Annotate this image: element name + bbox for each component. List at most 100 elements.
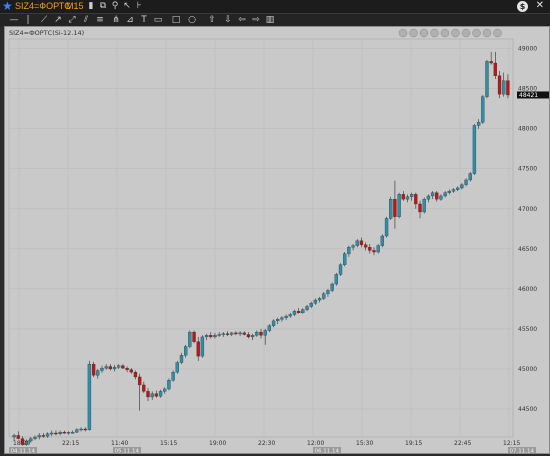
candle-body (196, 341, 200, 357)
extended-line-icon[interactable]: ⤢ (66, 14, 78, 26)
candle-body (468, 173, 472, 181)
new-window-icon[interactable]: ⧉ (98, 1, 108, 11)
lock-icon[interactable] (493, 28, 502, 38)
text-icon[interactable]: Т (138, 14, 150, 26)
candle-body (460, 184, 464, 189)
x-tick-label: 22:15 (62, 440, 79, 447)
next-icon[interactable] (430, 28, 439, 38)
arrow-left-icon[interactable]: ⇦ (236, 14, 248, 26)
price-chart[interactable]: SIZ4=ФОРТС(Si-12.14) 49000 48500 48000 4750… (4, 26, 550, 454)
last-icon[interactable] (440, 28, 450, 38)
candle-body (33, 436, 37, 439)
star-icon[interactable]: ★ (2, 0, 13, 13)
candle-body (464, 179, 468, 185)
arrow-right-icon[interactable]: ⇨ (250, 14, 262, 26)
candle-body (297, 311, 301, 314)
price-tag-text: 48421 (519, 92, 538, 99)
candle-body (87, 363, 92, 430)
candle-body (37, 435, 41, 438)
x-date-label: 05.11.14 (115, 449, 140, 454)
link-icon[interactable]: ⚲ (110, 1, 120, 11)
candle-body (439, 195, 443, 200)
chart-canvas[interactable]: SIZ4=ФОРТС(Si-12.14) 4900048500480004750… (5, 27, 549, 453)
zoom-out-icon[interactable] (461, 28, 471, 38)
pitchfork-icon[interactable]: ⋔ (110, 14, 122, 26)
play-icon[interactable] (419, 28, 429, 38)
candle-body (255, 331, 259, 336)
first-icon[interactable] (398, 28, 408, 38)
channel-icon[interactable]: ⫽ (80, 14, 92, 26)
candle-body (100, 367, 104, 371)
trend-line-icon[interactable]: ⟋ (38, 14, 50, 26)
prev-icon[interactable] (409, 28, 418, 38)
candle-body (288, 314, 292, 317)
candle-body (493, 62, 498, 76)
candle-body (280, 317, 284, 320)
window-titlebar: ★ SIZ4=ФОРТС M15 ▮ ⧉ ⚲ ↖ ⊦ $ ✕ (0, 0, 550, 14)
rectangle-icon[interactable]: □ (170, 14, 182, 26)
candle-body (409, 194, 414, 197)
y-tick-label: 49000 (518, 46, 537, 53)
candle-body (171, 371, 175, 381)
timeframe-label[interactable]: M15 (66, 1, 84, 11)
candle-body (192, 331, 196, 342)
candle-body (41, 435, 46, 437)
chart-grid (8, 38, 514, 438)
candle-body (75, 429, 79, 433)
label-icon[interactable]: ▭ (152, 14, 164, 26)
symbol-label: SIZ4=ФОРТС (15, 1, 71, 11)
current-price-tag: 48421 (517, 91, 549, 99)
candle-body (338, 264, 343, 275)
candle-body (108, 366, 113, 370)
candle-body (347, 247, 351, 254)
candle-body (418, 203, 422, 213)
bar-chart-icon[interactable]: ▮ (86, 1, 96, 11)
zoom-in-icon[interactable] (451, 28, 460, 38)
indicator-icon[interactable]: ⊦ (134, 1, 144, 11)
fib-icon[interactable]: ≡ (94, 14, 106, 26)
candle-body (221, 333, 225, 335)
arrow-down-icon[interactable]: ⇩ (222, 14, 234, 26)
candle-body (313, 299, 318, 304)
x-axis: 18:20 22:15 11:40 15:15 19:00 22:30 12:00 15:30… (9, 440, 536, 453)
candle-body (225, 333, 230, 335)
y-tick-label: 46500 (518, 246, 537, 253)
ellipse-icon[interactable]: ○ (186, 14, 198, 26)
candle-body (133, 371, 138, 378)
cursor-icon[interactable]: ↖ (122, 1, 132, 11)
horizontal-line-icon[interactable]: — (8, 14, 20, 26)
close-icon[interactable]: ✕ (536, 0, 544, 11)
dollar-icon[interactable]: $ (517, 1, 528, 12)
candle-body (129, 369, 133, 373)
candle-body (154, 393, 159, 397)
y-tick-label: 47500 (518, 166, 537, 173)
settings-icon[interactable] (482, 28, 492, 38)
x-tick-label: 19:00 (209, 440, 226, 447)
candle-body (456, 187, 460, 190)
candle-body (322, 293, 326, 299)
gann-icon[interactable]: ⊿ (124, 14, 136, 26)
candle-body (175, 362, 179, 373)
trash-icon[interactable]: ▥ (264, 14, 276, 26)
grid-icon[interactable] (472, 28, 481, 38)
x-tick-label: 22:45 (454, 440, 471, 447)
candle-body (188, 331, 192, 347)
candle-body (271, 320, 276, 326)
arrow-up-icon[interactable]: ⇧ (206, 14, 218, 26)
candle-body (384, 218, 389, 237)
candle-body (79, 428, 83, 431)
candle-body (83, 428, 87, 431)
x-date-label: 07.11.14 (510, 449, 535, 454)
candle-body (209, 335, 213, 338)
candle-body (368, 247, 372, 251)
candle-body (301, 309, 305, 314)
ray-icon[interactable]: ↗ (52, 14, 64, 26)
candle-body (163, 388, 167, 392)
candle-body (309, 303, 313, 307)
candle-body (213, 335, 217, 338)
chart-nav-buttons[interactable] (398, 28, 502, 38)
candle-body (125, 367, 129, 370)
candle-body (426, 195, 431, 200)
candle-body (234, 332, 238, 335)
vertical-line-icon[interactable]: | (22, 14, 34, 26)
